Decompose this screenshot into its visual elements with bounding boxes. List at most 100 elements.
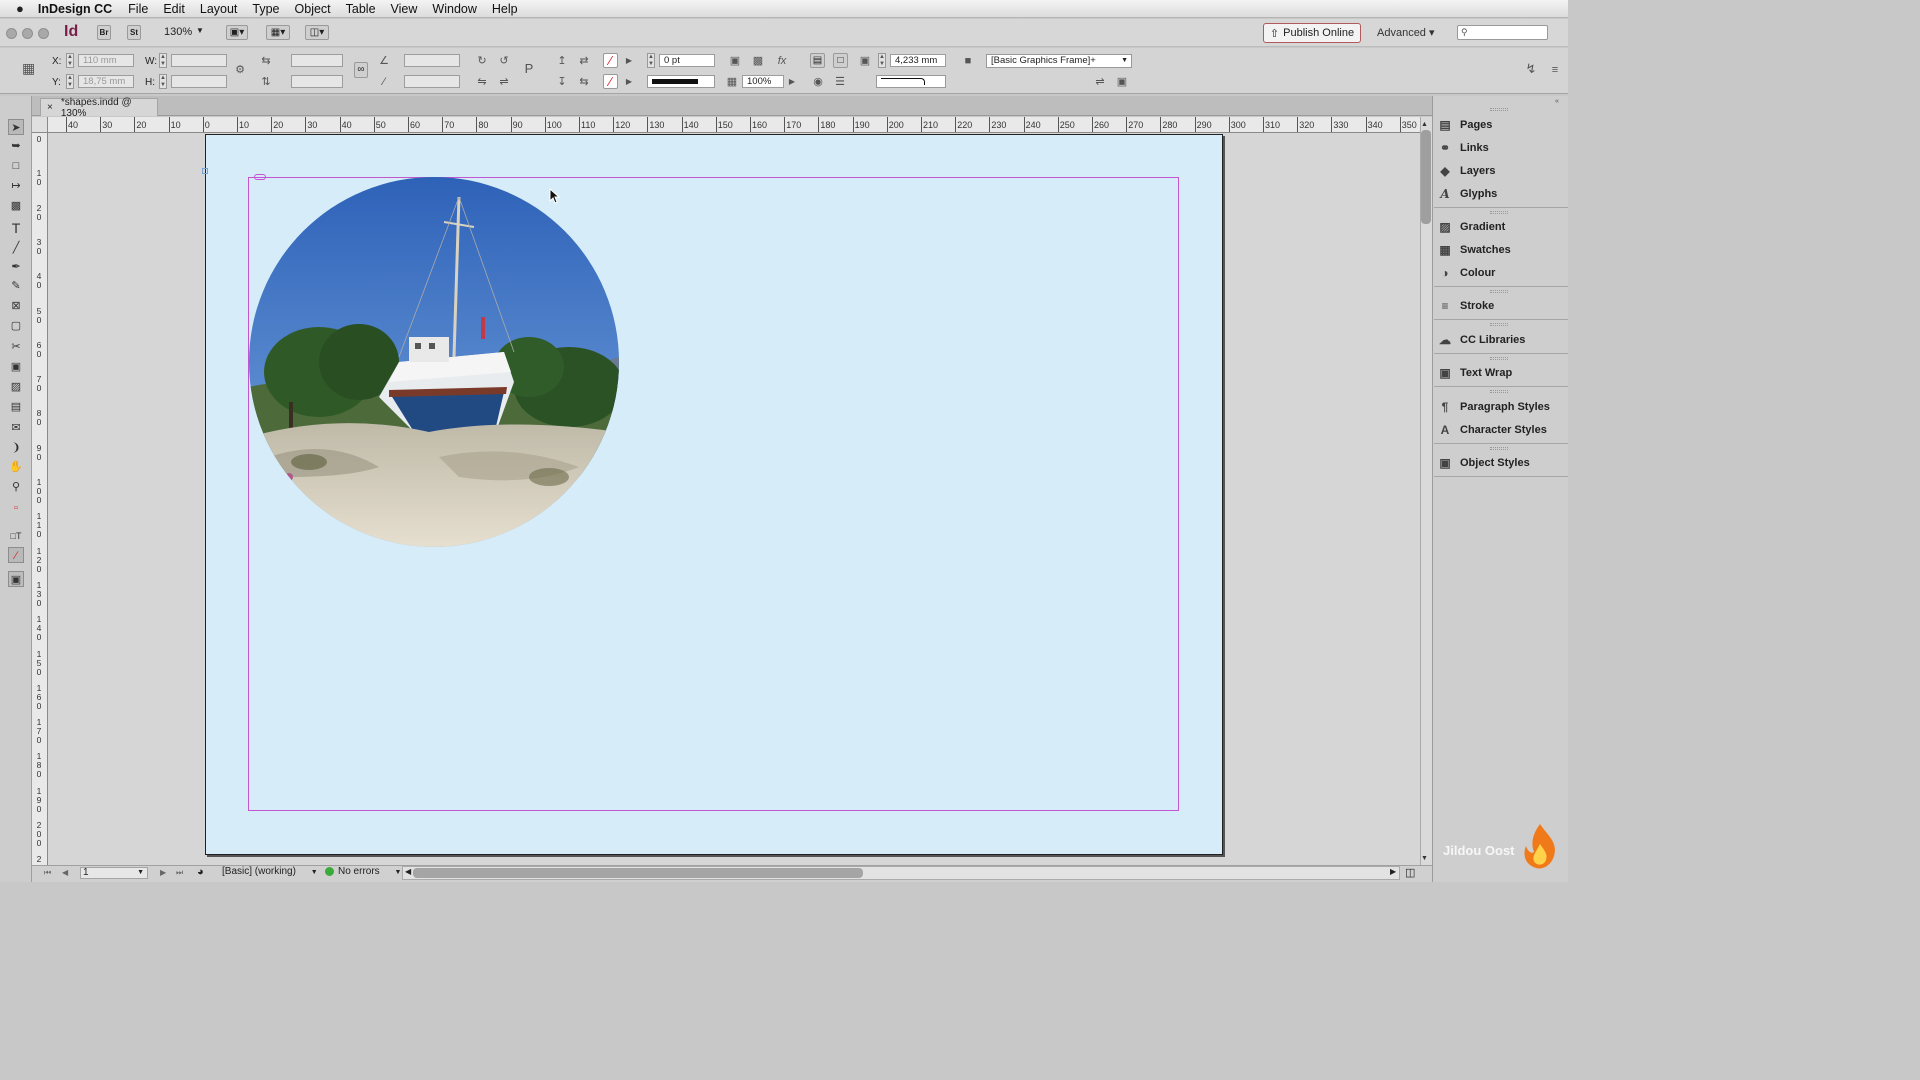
workspace-switcher[interactable]: Advanced ▾	[1377, 26, 1435, 39]
text-wrap-none-icon[interactable]: ▤	[810, 53, 825, 68]
h-stepper[interactable]: ▲ ▼	[159, 74, 167, 89]
window-zoom-button[interactable]	[38, 28, 49, 39]
line-tool-icon[interactable]: ╱	[8, 240, 24, 256]
corner-size-stepper[interactable]: ▲ ▼	[878, 53, 886, 68]
panel-group-grip[interactable]	[1490, 390, 1508, 393]
screen-mode-button[interactable]: ▦▾	[266, 25, 290, 40]
close-tab-icon[interactable]: ×	[47, 102, 53, 113]
last-page-icon[interactable]: ⏭	[176, 868, 183, 878]
y-position-field[interactable]: 18,75 mm	[78, 75, 134, 88]
first-page-icon[interactable]: ⏮	[44, 868, 51, 878]
panel-group-grip[interactable]	[1490, 290, 1508, 293]
stock-button[interactable]: St	[127, 25, 141, 40]
flip-vertical-icon[interactable]: ⇌	[498, 76, 510, 88]
stroke-weight-field[interactable]: 0 pt	[659, 54, 715, 67]
corner-shape-dropdown[interactable]	[876, 75, 946, 88]
panel-character-styles[interactable]: A Character Styles	[1438, 420, 1566, 440]
zoom-level[interactable]: 130%	[164, 26, 192, 38]
app-menu[interactable]: InDesign CC	[38, 2, 112, 16]
arrange-documents-button[interactable]: ◫▾	[305, 25, 329, 40]
stroke-weight-stepper[interactable]: ▲ ▼	[647, 53, 655, 68]
panel-links[interactable]: ⚭ Links	[1438, 138, 1566, 158]
panel-gradient[interactable]: ▨ Gradient	[1438, 217, 1566, 237]
preflight-status[interactable]: No errors ▼	[338, 866, 401, 877]
stroke-swatch[interactable]: ∕	[603, 74, 618, 89]
ruler-origin[interactable]	[32, 117, 48, 133]
window-minimize-button[interactable]	[22, 28, 33, 39]
rotate-cw-icon[interactable]: ↻	[476, 55, 488, 67]
rectangle-frame-tool-icon[interactable]: ⊠	[8, 298, 24, 314]
hand-tool-icon[interactable]: ✋	[8, 459, 24, 475]
menu-file[interactable]: File	[128, 2, 148, 16]
rectangle-tool-icon[interactable]: ▢	[8, 318, 24, 334]
selection-tool-icon[interactable]: ➤	[8, 119, 24, 135]
panel-text-wrap[interactable]: ▣ Text Wrap	[1438, 363, 1566, 383]
select-content-icon[interactable]: ↧	[556, 76, 568, 88]
panel-object-styles[interactable]: ▣ Object Styles	[1438, 453, 1566, 473]
reference-point-icon[interactable]: ▦	[22, 61, 35, 75]
zoom-dropdown-icon[interactable]: ▼	[196, 26, 204, 35]
note-tool-icon[interactable]: ✉	[8, 420, 24, 436]
next-page-icon[interactable]: ▶	[160, 868, 166, 877]
panel-swatches[interactable]: ▦ Swatches	[1438, 240, 1566, 260]
panel-glyphs[interactable]: A Glyphs	[1438, 184, 1566, 204]
gradient-swatch-tool-icon[interactable]: ▨	[8, 379, 24, 395]
free-transform-tool-icon[interactable]: ▣	[8, 359, 24, 375]
pencil-tool-icon[interactable]: ✎	[8, 278, 24, 294]
open-file-icon[interactable]: ◕	[197, 866, 204, 878]
collapse-dock-icon[interactable]: «	[1555, 98, 1559, 105]
fill-swatch[interactable]: ∕	[603, 53, 618, 68]
select-next-icon[interactable]: ⇆	[578, 76, 590, 88]
new-style-icon[interactable]: ▣	[1116, 76, 1128, 88]
stroke-type-dropdown[interactable]	[647, 75, 715, 88]
width-field[interactable]	[171, 54, 227, 67]
scale-x-icon[interactable]: ⇆	[260, 55, 272, 67]
panel-group-grip[interactable]	[1490, 323, 1508, 326]
select-container-icon[interactable]: ↥	[556, 55, 568, 67]
page-tool-icon[interactable]: □	[8, 158, 24, 174]
scale-x-field[interactable]	[291, 54, 343, 67]
y-stepper[interactable]: ▲ ▼	[66, 74, 74, 89]
menu-type[interactable]: Type	[252, 2, 279, 16]
circle-image-frame[interactable]	[249, 177, 619, 547]
panel-cc-libraries[interactable]: ☁ CC Libraries	[1438, 330, 1566, 350]
fill-menu-icon[interactable]: ▶	[623, 55, 635, 67]
menu-object[interactable]: Object	[295, 2, 331, 16]
apply-none-icon[interactable]: ∕	[8, 547, 24, 563]
scroll-right-icon[interactable]: ▶	[1390, 867, 1396, 876]
menu-table[interactable]: Table	[346, 2, 376, 16]
preflight-profile[interactable]: [Basic] (working) ▼	[222, 866, 318, 877]
control-panel-menu-icon[interactable]: ≡	[1549, 64, 1561, 76]
search-input[interactable]: ⚲	[1457, 25, 1548, 40]
object-style-dropdown[interactable]: [Basic Graphics Frame]+ ▼	[986, 54, 1132, 68]
menu-window[interactable]: Window	[432, 2, 476, 16]
split-view-icon[interactable]: ◫	[1405, 866, 1415, 879]
x-stepper[interactable]: ▲ ▼	[66, 53, 74, 68]
scale-y-icon[interactable]: ⇅	[260, 76, 272, 88]
scale-y-field[interactable]	[291, 75, 343, 88]
vertical-scrollbar[interactable]	[1420, 117, 1432, 865]
menu-layout[interactable]: Layout	[200, 2, 238, 16]
scroll-up-icon[interactable]: ▲	[1421, 121, 1428, 128]
shear-angle-field[interactable]	[404, 75, 460, 88]
height-field[interactable]	[171, 75, 227, 88]
window-close-button[interactable]	[6, 28, 17, 39]
panel-group-grip[interactable]	[1490, 447, 1508, 450]
opacity-menu-icon[interactable]: ▶	[786, 76, 798, 88]
panel-group-grip[interactable]	[1490, 211, 1508, 214]
pen-tool-icon[interactable]: ✒	[8, 259, 24, 275]
flip-horizontal-icon[interactable]: ⇋	[476, 76, 488, 88]
panel-colour[interactable]: ◑ Colour	[1438, 263, 1566, 283]
gap-tool-icon[interactable]: ↦	[8, 178, 24, 194]
horizontal-scroll-thumb[interactable]	[413, 868, 863, 878]
stroke-menu-icon[interactable]: ▶	[623, 76, 635, 88]
drop-shadow-icon[interactable]: ▣	[729, 55, 741, 67]
direct-selection-tool-icon[interactable]: ➥	[8, 138, 24, 154]
document-tab[interactable]: × *shapes.indd @ 130%	[40, 97, 158, 119]
panel-paragraph-styles[interactable]: ¶ Paragraph Styles	[1438, 397, 1566, 417]
scroll-down-icon[interactable]: ▼	[1421, 855, 1428, 862]
previous-page-icon[interactable]: ◀	[62, 868, 68, 877]
horizontal-ruler[interactable]: 40 30 20 10 0 10 20 30 40 50 60 70 80 90 100 110 120 130 1…	[32, 117, 1420, 133]
menu-view[interactable]: View	[391, 2, 418, 16]
opacity-field[interactable]: 100%	[742, 75, 784, 88]
